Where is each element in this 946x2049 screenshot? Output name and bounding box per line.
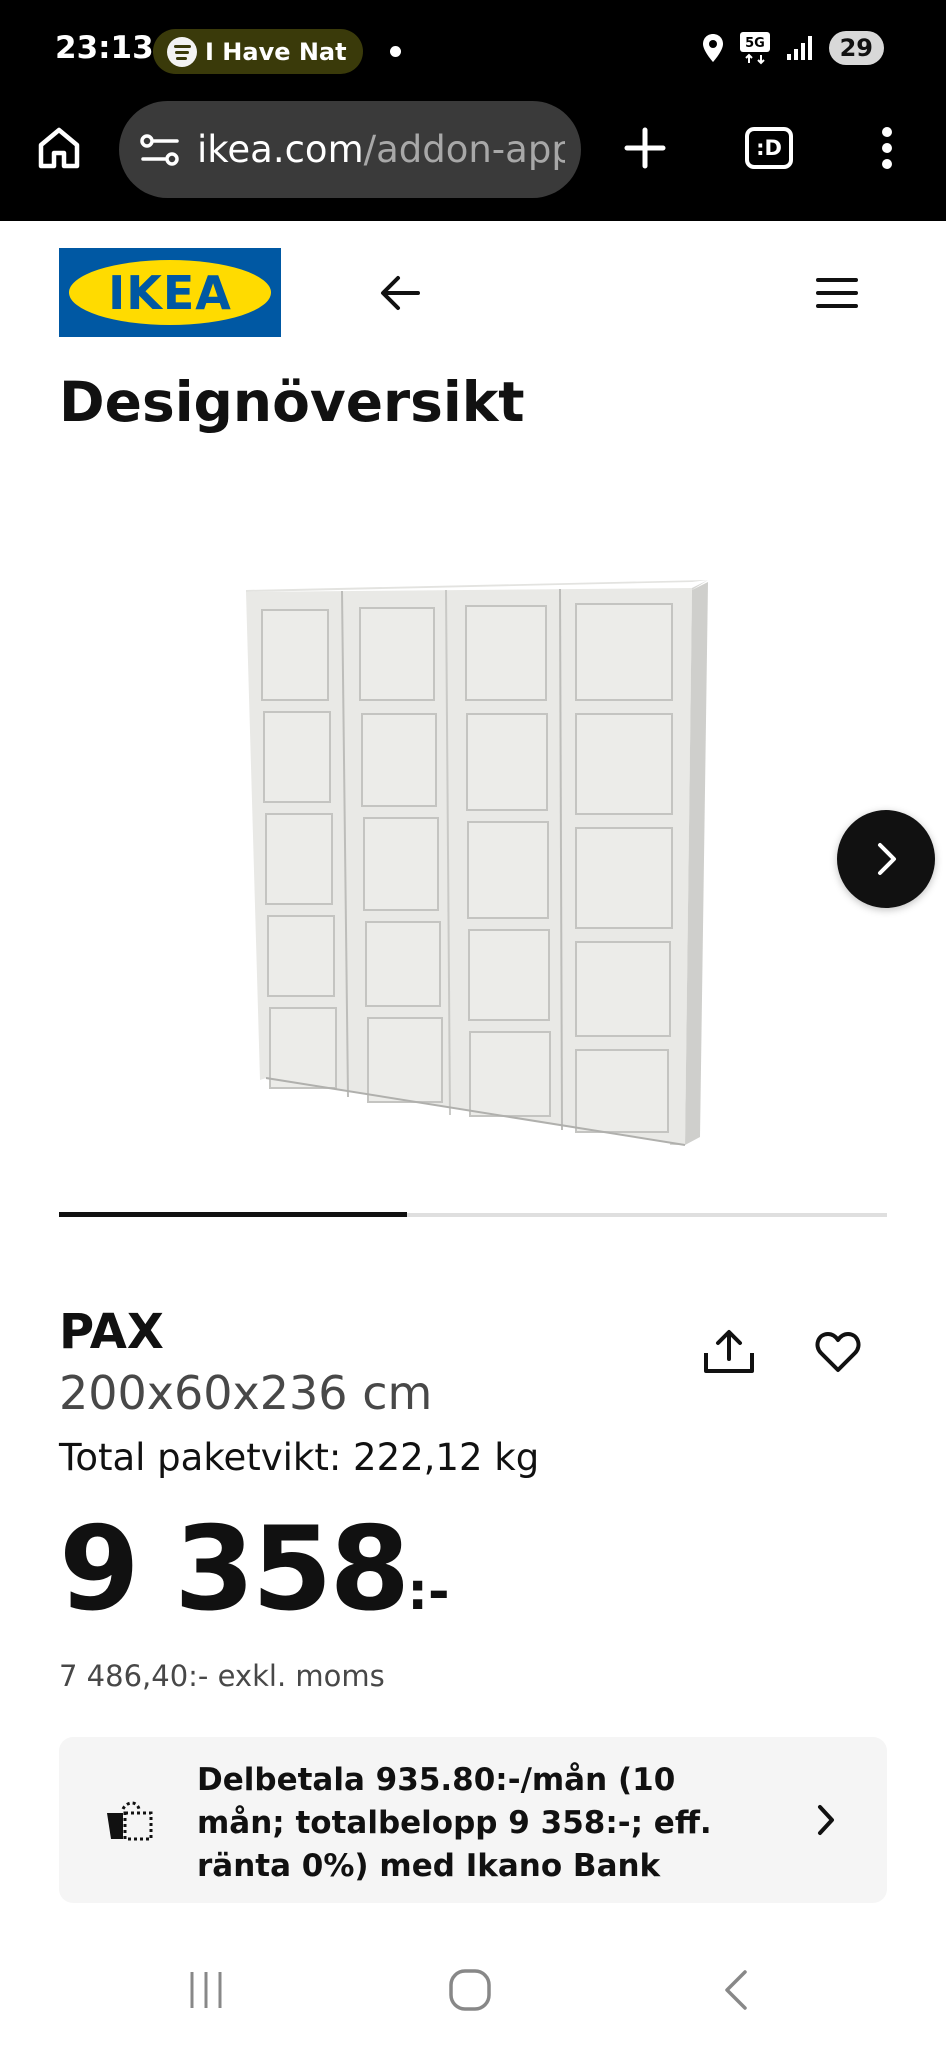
notification-dot xyxy=(390,46,401,57)
heart-icon xyxy=(815,1332,861,1372)
site-settings-icon[interactable] xyxy=(139,132,181,168)
favourite-button[interactable] xyxy=(806,1320,870,1384)
page-title: Designöversikt xyxy=(59,370,525,434)
new-tab-icon xyxy=(624,127,666,169)
gallery-progress-fill xyxy=(59,1212,407,1217)
url-bar[interactable]: ikea.com/addon-app xyxy=(119,101,581,198)
spotify-icon xyxy=(167,36,197,67)
media-playback-pill[interactable]: I Have Nat xyxy=(153,29,363,74)
financing-offer[interactable]: Delbetala 935.80:-/mån (10 mån; totalbel… xyxy=(59,1737,887,1903)
url-path: /addon-app xyxy=(363,128,565,171)
status-icons: 5G 29 xyxy=(701,31,884,65)
financing-text: Delbetala 935.80:-/mån (10 mån; totalbel… xyxy=(197,1762,712,1884)
installment-icon xyxy=(107,1801,153,1841)
product-image-wardrobe[interactable] xyxy=(230,570,730,1160)
tab-switcher-button[interactable]: :D xyxy=(734,113,804,183)
recent-apps-icon xyxy=(190,1972,222,2008)
location-icon xyxy=(702,34,723,62)
product-weight: Total paketvikt: 222,12 kg xyxy=(59,1436,540,1479)
home-button[interactable] xyxy=(24,113,94,183)
overflow-menu-button[interactable] xyxy=(852,113,922,183)
back-button[interactable] xyxy=(369,262,431,324)
back-nav-button[interactable] xyxy=(696,1960,776,2020)
ikea-logo-text: IKEA xyxy=(108,265,232,320)
share-button[interactable] xyxy=(697,1320,761,1384)
url-text[interactable]: ikea.com/addon-app xyxy=(197,128,565,171)
product-name: PAX xyxy=(59,1304,164,1360)
back-icon xyxy=(725,1970,747,2010)
home-nav-button[interactable] xyxy=(430,1960,510,2020)
share-icon xyxy=(704,1330,754,1373)
menu-button[interactable] xyxy=(806,262,868,324)
battery-indicator: 29 xyxy=(828,31,884,65)
price-suffix: :- xyxy=(407,1562,450,1622)
back-arrow-icon xyxy=(381,276,420,310)
product-dimensions: 200x60x236 cm xyxy=(59,1366,433,1420)
financing-chevron xyxy=(801,1795,851,1845)
ikea-logo-oval: IKEA xyxy=(69,260,271,325)
gallery-progress-track xyxy=(59,1212,887,1217)
ikea-logo[interactable]: IKEA xyxy=(59,248,281,337)
signal-icon xyxy=(786,36,812,60)
5g-icon: 5G xyxy=(739,32,770,65)
product-price: 9 358 :- xyxy=(59,1502,450,1637)
status-time: 23:13 xyxy=(55,30,154,66)
price-main: 9 358 xyxy=(59,1502,410,1637)
chevron-right-icon xyxy=(878,843,896,875)
next-image-button[interactable] xyxy=(837,810,935,908)
tab-count: :D xyxy=(745,127,793,169)
recent-apps-button[interactable] xyxy=(166,1960,246,2020)
url-domain: ikea.com xyxy=(197,128,364,171)
home-circle-icon xyxy=(449,1969,491,2011)
hamburger-menu-icon xyxy=(816,278,858,308)
chevron-right-icon xyxy=(818,1805,834,1835)
home-icon xyxy=(38,127,80,169)
new-tab-button[interactable] xyxy=(610,113,680,183)
browser-chrome: 23:13 I Have Nat 5G 29 ikea.com/addon-ap… xyxy=(0,0,946,221)
media-title: I Have Nat xyxy=(205,37,347,66)
system-nav-bar xyxy=(0,1930,946,2049)
overflow-menu-icon xyxy=(882,127,892,169)
svg-text:5G: 5G xyxy=(745,36,765,51)
price-excl-vat: 7 486,40:- exkl. moms xyxy=(59,1659,385,1693)
